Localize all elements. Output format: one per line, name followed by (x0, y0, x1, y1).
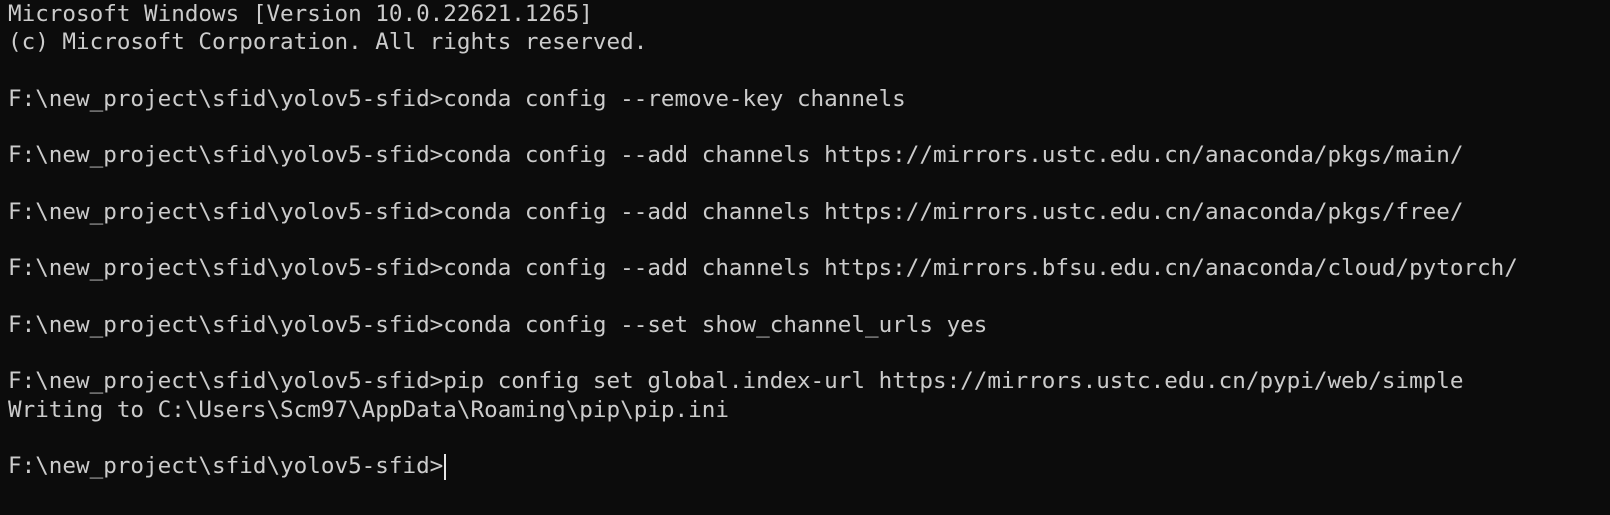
text-cursor (444, 453, 447, 480)
terminal-line: (c) Microsoft Corporation. All rights re… (8, 29, 648, 56)
command-prompt: F:\new_project\sfid\yolov5-sfid> (8, 453, 444, 479)
terminal-line: F:\new_project\sfid\yolov5-sfid>pip conf… (8, 368, 1464, 395)
terminal-output[interactable]: Microsoft Windows [Version 10.0.22621.12… (0, 0, 1610, 480)
terminal-line: F:\new_project\sfid\yolov5-sfid>conda co… (8, 85, 906, 112)
terminal-line: F:\new_project\sfid\yolov5-sfid>conda co… (8, 142, 1464, 169)
terminal-line: Microsoft Windows [Version 10.0.22621.12… (8, 1, 593, 27)
terminal-line: F:\new_project\sfid\yolov5-sfid>conda co… (8, 255, 1518, 282)
terminal-line: F:\new_project\sfid\yolov5-sfid>conda co… (8, 311, 988, 338)
terminal-line: F:\new_project\sfid\yolov5-sfid>conda co… (8, 198, 1464, 225)
terminal-line: Writing to C:\Users\Scm97\AppData\Roamin… (8, 396, 729, 423)
command-prompt-line[interactable]: F:\new_project\sfid\yolov5-sfid> (8, 452, 1610, 480)
